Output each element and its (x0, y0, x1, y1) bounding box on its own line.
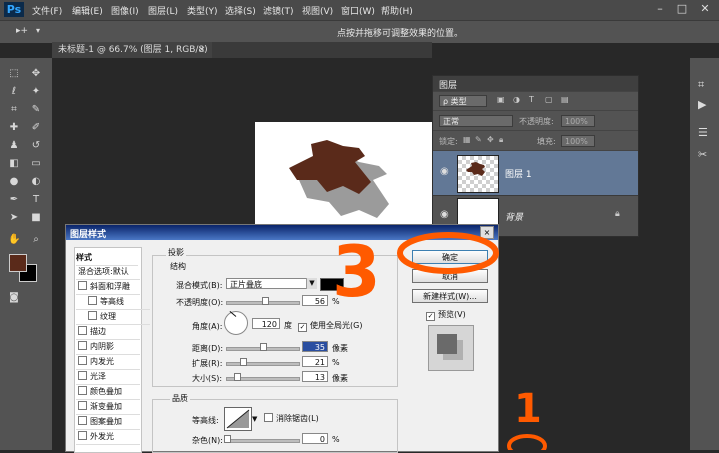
annotation-overlay: 3 1 (332, 231, 547, 450)
foreground-color-swatch[interactable] (9, 254, 27, 272)
annotation-circle-ok (397, 232, 499, 274)
annotation-number-3: 3 (332, 231, 381, 313)
annotation-number-1: 1 (514, 386, 542, 432)
annotation-circle-bottom (507, 434, 547, 450)
